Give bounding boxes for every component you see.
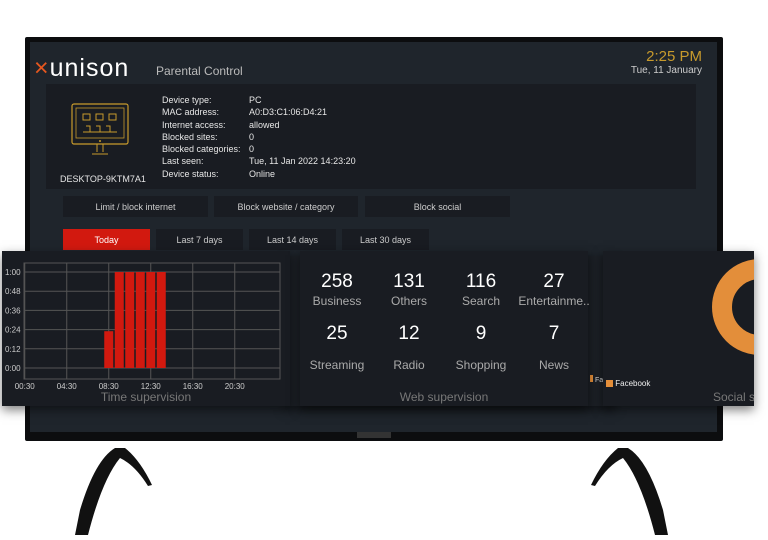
web-supervision-card[interactable]: 258 Business 131 Others 116 Search 27 Entertain… [300,251,590,406]
block-social-button[interactable]: Block social [365,196,510,217]
y-tick-label: 0:24 [5,326,21,335]
field-label: MAC address: [162,107,220,118]
category-count: 7 [548,323,560,344]
field-label: Last seen: [162,156,204,167]
field-value: Online [249,168,276,179]
category-label: Entertainme.. [518,294,590,308]
time-bar [156,272,166,368]
field-label: Internet access: [162,119,226,130]
y-tick-label: 0:36 [5,306,21,315]
field-label: Device type: [162,95,212,105]
time-card-title: Time supervision [100,390,192,404]
category-label: Streaming [309,358,365,372]
social-card-title: Social s [713,390,754,404]
behind-legend: Fa [590,375,603,384]
category-count: 116 [465,271,497,292]
field-label: Blocked sites: [162,131,218,142]
block-website-button[interactable]: Block website / category [214,196,358,217]
field-value: A0:D3:C1:06:D4:21 [249,107,328,118]
tv-stand-right [591,448,668,535]
field-value: PC [249,95,262,105]
app-subtitle: Parental Control [156,64,243,78]
tab-today[interactable]: Today [63,229,150,250]
y-tick-label: 0:00 [5,364,21,373]
desktop-monitor-icon [71,103,129,155]
category-count: 131 [393,271,425,292]
legend-facebook: Facebook [606,379,650,388]
tab-last-14-days[interactable]: Last 14 days [249,229,336,250]
time-bar [146,272,156,368]
limit-internet-button[interactable]: Limit / block internet [63,196,208,217]
category-label: Shopping [455,358,507,372]
y-tick-label: 0:48 [5,287,21,296]
category-label: Business [312,294,362,308]
web-card-title: Web supervision [399,390,489,404]
time-bar [135,272,145,368]
clock-time: 2:25 PM [646,48,702,65]
device-field-values: PC A0:D3:C1:06:D4:21 allowed 0 0 Tue, 11… [249,94,356,180]
time-bar [104,331,114,368]
clock-date: Tue, 11 January [630,65,702,76]
y-tick-label: 0:12 [5,345,21,354]
category-count: 9 [475,323,487,344]
device-name: DESKTOP-9KTM7A1 [60,174,146,184]
category-label: Radio [393,358,425,372]
category-count: 25 [326,323,348,344]
field-value: Tue, 11 Jan 2022 14:23:20 [249,156,356,167]
field-label: Blocked categories: [162,144,241,155]
time-bar [125,272,135,368]
category-count: 12 [398,323,420,344]
time-bar [114,272,124,368]
category-count: 258 [321,271,353,292]
donut-slice-facebook [712,259,754,355]
category-label: Others [390,294,427,308]
unison-logo: ×unison [34,54,130,82]
time-supervision-card[interactable]: 0:00 0:12 0:24 0:36 0:48 1:00 00:30 04:30 08:30 1… [2,251,290,406]
category-count: 27 [543,271,565,292]
legend-swatch [606,380,613,387]
tv-stand-left [75,448,152,535]
tab-last-7-days[interactable]: Last 7 days [156,229,243,250]
field-value: 0 [249,131,255,142]
category-label: Search [461,294,501,308]
tab-last-30-days[interactable]: Last 30 days [342,229,429,250]
device-field-labels: Device type: MAC address: Internet acces… [162,94,241,180]
social-supervision-card[interactable]: Facebook Social s [603,251,754,406]
time-chart: 0:000:120:240:360:481:0000:30 04:30 08:30 1… [5,262,281,391]
tv-sensor [357,432,391,438]
y-tick-label: 1:00 [5,268,21,277]
field-value: allowed [249,119,280,130]
field-label: Device status: [162,168,219,179]
field-value: 0 [249,144,255,155]
category-label: News [538,358,569,372]
